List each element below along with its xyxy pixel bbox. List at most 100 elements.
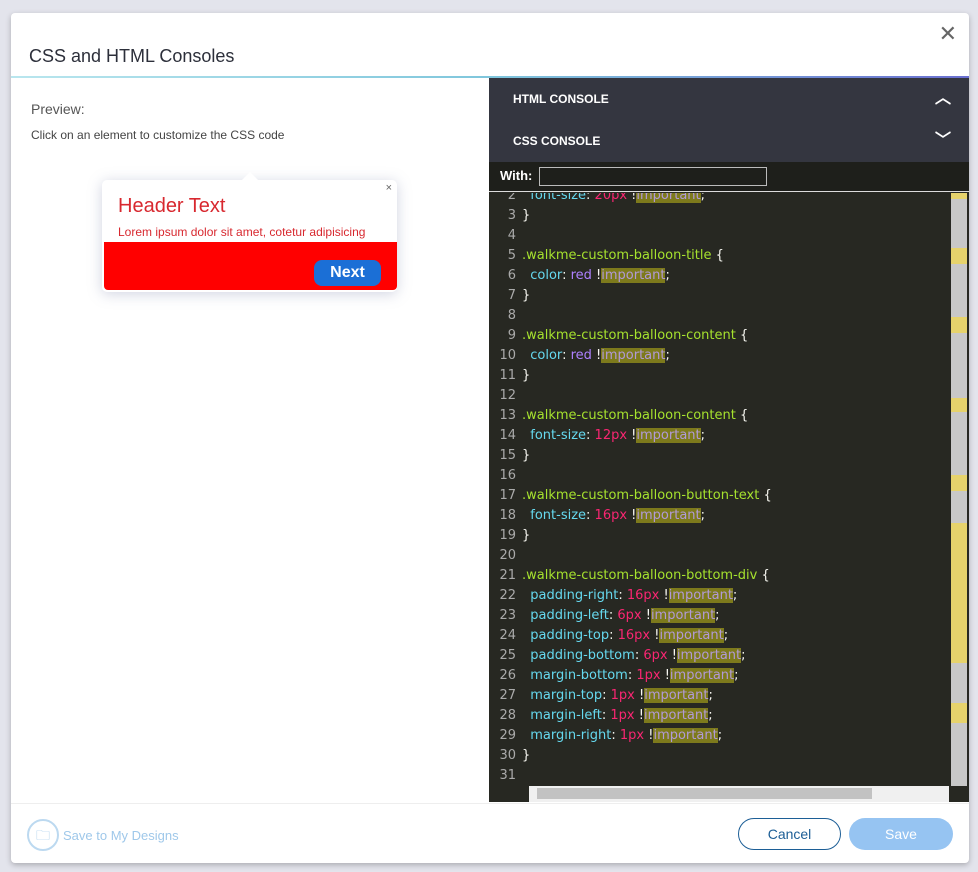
preview-panel: Preview: Click on an element to customiz…: [11, 78, 489, 802]
code-line[interactable]: 26 margin-bottom: 1px !important;: [489, 666, 949, 686]
code-line[interactable]: 28 margin-left: 1px !important;: [489, 706, 949, 726]
code-token: .walkme-custom-balloon-content: [522, 408, 740, 423]
code-token: :: [586, 193, 595, 203]
code-line[interactable]: 12: [489, 386, 949, 406]
line-number: 29: [499, 728, 516, 743]
code-token: margin-bottom: [522, 668, 628, 683]
chevron-down-icon[interactable]: ﹀: [935, 120, 951, 162]
code-token: ;: [734, 668, 739, 683]
line-number: 21: [499, 568, 516, 583]
dialog-title: CSS and HTML Consoles: [29, 46, 235, 66]
code-token: ;: [700, 193, 706, 203]
code-token: !: [663, 588, 669, 603]
close-icon[interactable]: ✕: [939, 21, 957, 47]
line-number: 11: [499, 368, 516, 383]
line-number: 25: [499, 648, 516, 663]
chevron-up-icon[interactable]: ︿: [935, 78, 951, 120]
code-token: important: [644, 688, 709, 703]
code-token: {: [761, 568, 770, 583]
with-input[interactable]: [539, 167, 767, 186]
code-token: ;: [732, 588, 738, 603]
code-token: {: [739, 408, 749, 423]
code-token: .walkme-custom-balloon-button-text: [522, 488, 764, 503]
code-token: padding-left: [522, 608, 609, 623]
balloon-header[interactable]: Header Text: [118, 195, 225, 218]
save-button[interactable]: Save: [849, 818, 953, 850]
horizontal-scrollbar[interactable]: [529, 786, 949, 802]
code-token: .walkme-custom-balloon-title: [522, 248, 716, 263]
code-token: :: [562, 348, 571, 363]
code-token: color: [522, 268, 563, 283]
vertical-scrollbar[interactable]: [951, 193, 967, 786]
code-line[interactable]: 5 .walkme-custom-balloon-title {: [489, 246, 949, 266]
code-line[interactable]: 7}: [489, 286, 949, 306]
code-token: font-size: [522, 508, 587, 523]
html-console-header[interactable]: HTML CONSOLE ︿: [489, 78, 969, 120]
code-line[interactable]: 18 font-size: 16px !important;: [489, 506, 949, 526]
code-line[interactable]: 29 margin-right: 1px !important;: [489, 726, 949, 746]
code-line[interactable]: 11}: [489, 366, 949, 386]
code-token: important: [601, 348, 666, 363]
balloon-content[interactable]: Lorem ipsum dolor sit amet, cotetur adip…: [118, 225, 365, 239]
code-token: 1px: [610, 688, 639, 703]
with-label: With:: [500, 168, 533, 183]
code-line[interactable]: 13 .walkme-custom-balloon-content {: [489, 406, 949, 426]
balloon-bottom-div[interactable]: Next: [104, 242, 397, 290]
code-line[interactable]: 23 padding-left: 6px !important;: [489, 606, 949, 626]
code-line[interactable]: 9 .walkme-custom-balloon-content {: [489, 326, 949, 346]
code-line[interactable]: 14 font-size: 12px !important;: [489, 426, 949, 446]
code-token: ;: [717, 728, 723, 743]
code-line[interactable]: 2 font-size: 20px !important;: [489, 193, 949, 206]
code-line[interactable]: 22 padding-right: 16px !important;: [489, 586, 949, 606]
code-line[interactable]: 27 margin-top: 1px !important;: [489, 686, 949, 706]
code-line[interactable]: 21 .walkme-custom-balloon-bottom-div {: [489, 566, 949, 586]
balloon-close-icon[interactable]: ×: [386, 182, 392, 194]
css-console-header[interactable]: CSS CONSOLE ﹀: [489, 120, 969, 162]
code-token: 16px: [626, 588, 664, 603]
code-line[interactable]: 4: [489, 226, 949, 246]
scrollbar-thumb[interactable]: [537, 788, 872, 799]
code-line[interactable]: 10 color: red !important;: [489, 346, 949, 366]
code-line[interactable]: 6 color: red !important;: [489, 266, 949, 286]
code-line[interactable]: 30}: [489, 746, 949, 766]
code-line[interactable]: 15}: [489, 446, 949, 466]
code-token: 12px: [594, 428, 632, 443]
code-token: 1px: [619, 728, 649, 743]
code-token: important: [650, 608, 716, 623]
code-token: :: [586, 428, 595, 443]
line-number: 26: [499, 668, 516, 683]
code-token: padding-top: [522, 628, 610, 643]
save-to-my-designs-button[interactable]: 🗀 Save to My Designs: [27, 819, 179, 851]
save-designs-label: Save to My Designs: [63, 827, 179, 843]
code-line[interactable]: 8: [489, 306, 949, 326]
line-number: 17: [499, 488, 516, 503]
cancel-button[interactable]: Cancel: [738, 818, 841, 850]
code-line[interactable]: 31: [489, 766, 949, 786]
code-line[interactable]: 3}: [489, 206, 949, 226]
code-token: :: [611, 728, 620, 743]
line-number: 4: [507, 228, 516, 243]
code-token: {: [739, 328, 749, 343]
line-number: 6: [507, 268, 516, 283]
code-line[interactable]: 16: [489, 466, 949, 486]
code-line[interactable]: 25 padding-bottom: 6px !important;: [489, 646, 949, 666]
code-token: 16px: [617, 628, 655, 643]
css-code-editor[interactable]: 2 font-size: 20px !important; 3} 4 5 .walkme…: [489, 193, 949, 786]
code-token: .walkme-custom-balloon-content: [522, 328, 740, 343]
line-number: 24: [499, 628, 516, 643]
code-line[interactable]: 20: [489, 546, 949, 566]
code-token: .walkme-custom-balloon-bottom-div: [522, 568, 762, 583]
code-token: padding-right: [522, 588, 619, 603]
code-token: important: [636, 428, 701, 443]
code-token: font-size: [522, 428, 587, 443]
code-token: ;: [723, 628, 729, 643]
code-token: :: [609, 628, 618, 643]
code-line[interactable]: 24 padding-top: 16px !important;: [489, 626, 949, 646]
balloon-next-button[interactable]: Next: [314, 260, 381, 286]
code-token: {: [715, 248, 724, 263]
code-token: :: [586, 508, 595, 523]
code-line[interactable]: 19}: [489, 526, 949, 546]
preview-balloon[interactable]: × Header Text Lorem ipsum dolor sit amet…: [102, 172, 397, 292]
code-line[interactable]: 17 .walkme-custom-balloon-button-text {: [489, 486, 949, 506]
code-token: }: [522, 448, 531, 463]
